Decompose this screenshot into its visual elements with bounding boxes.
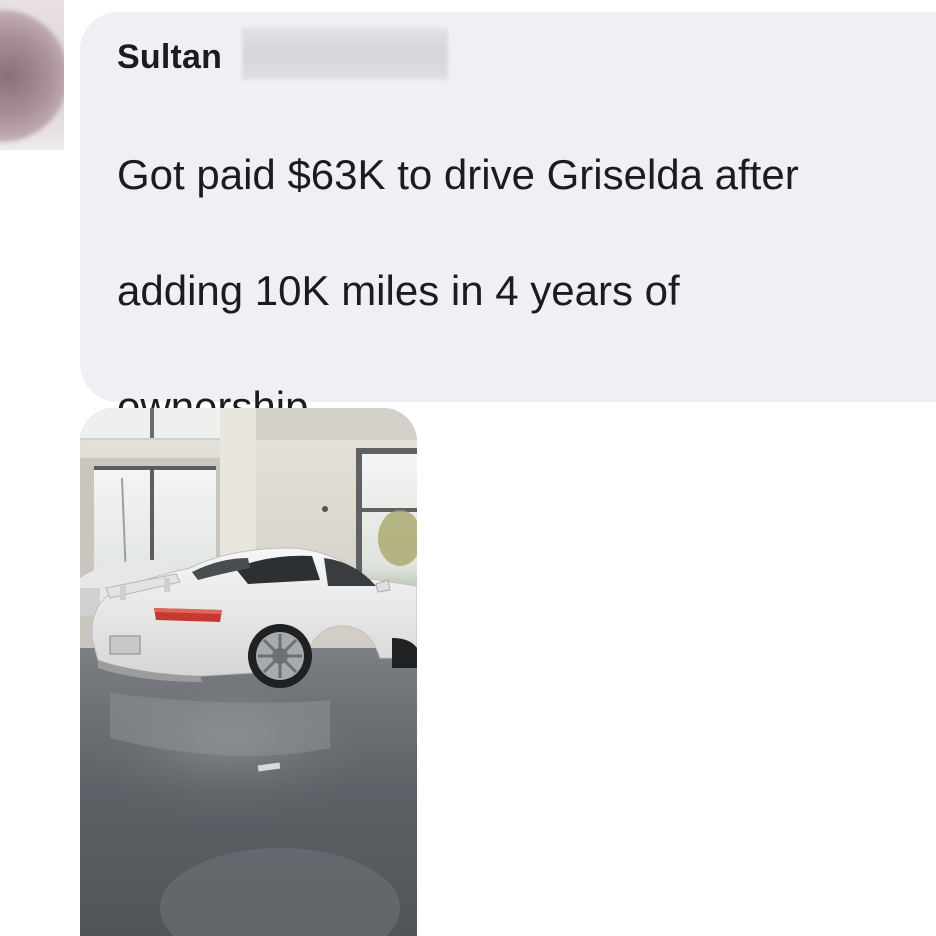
car-photo-illustration	[80, 408, 417, 936]
sender-name[interactable]: Sultan	[117, 38, 222, 77]
photo-attachment[interactable]	[80, 408, 417, 936]
message-line: Got paid $63K to drive Griselda after	[117, 151, 799, 198]
avatar[interactable]	[0, 0, 64, 150]
avatar-image	[0, 10, 64, 142]
chat-view: Sultan Got paid $63K to drive Griselda a…	[0, 0, 936, 936]
message-line: adding 10K miles in 4 years of	[117, 267, 680, 314]
redacted-surname	[242, 28, 448, 80]
